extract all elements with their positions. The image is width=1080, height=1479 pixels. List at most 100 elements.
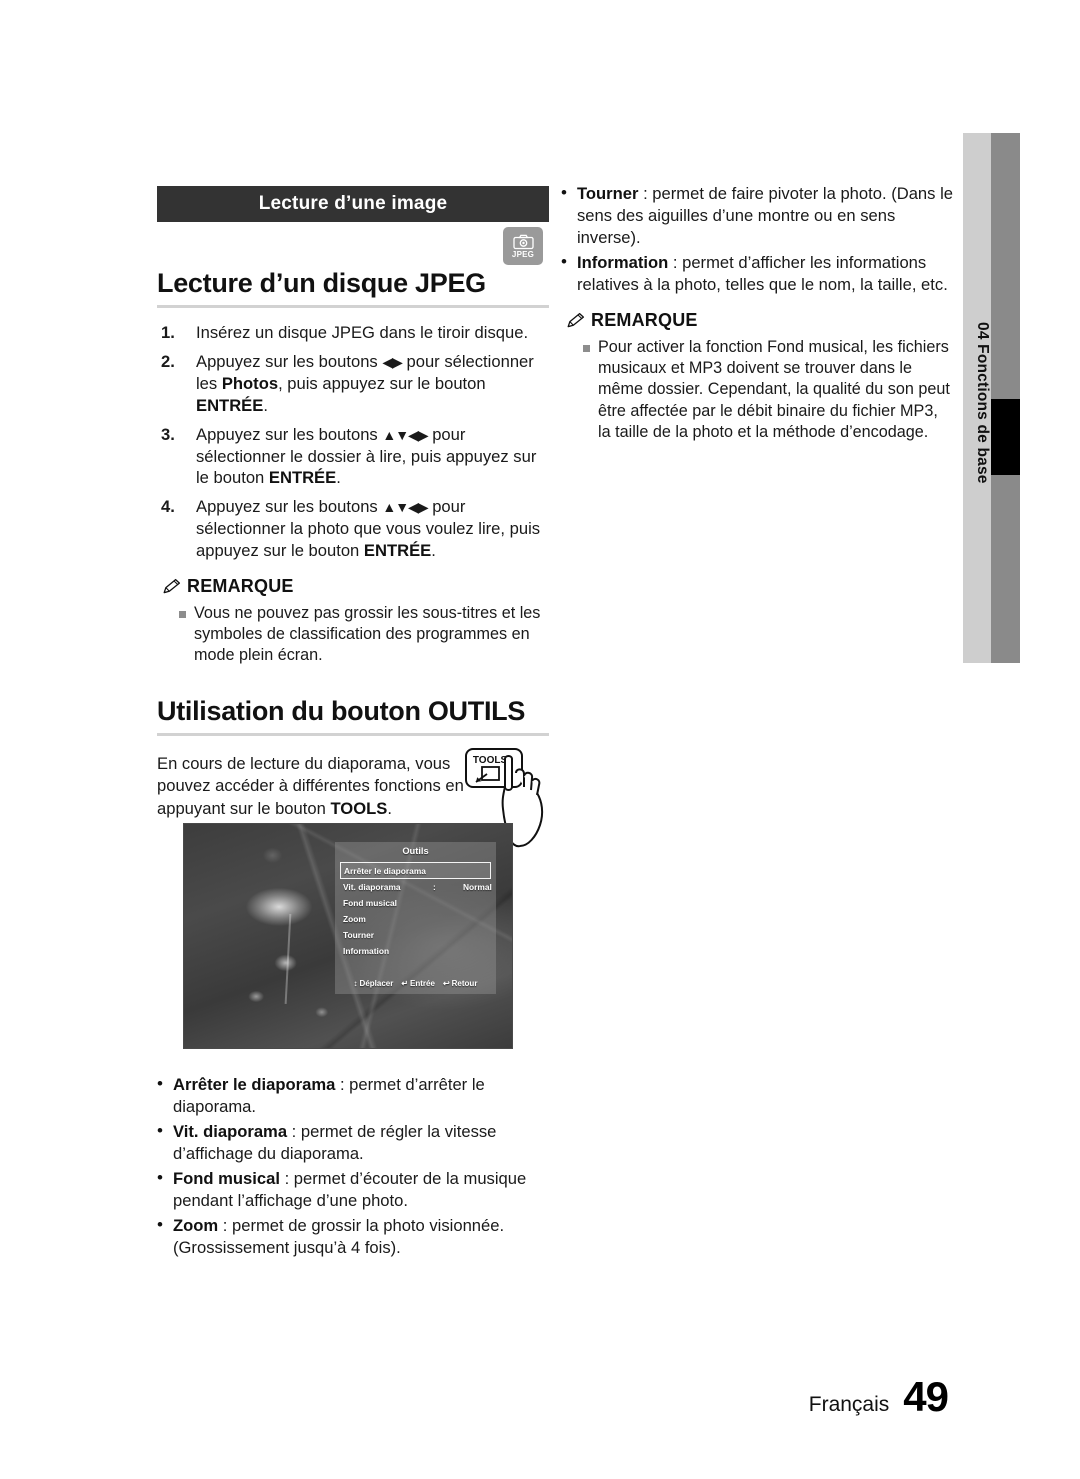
osd-menu-item-label: Arrêter le diaporama (344, 865, 426, 876)
osd-menu-item-separator: : (433, 882, 436, 893)
right-column: Tourner : permet de faire pivoter la pho… (561, 182, 953, 447)
osd-menu-item-label: Information (343, 946, 390, 957)
tools-intro-text: En cours de lecture du diaporama, vous p… (157, 753, 477, 821)
arrow-glyphs: ◀▶ (382, 353, 403, 370)
osd-menu-item-label: Tourner (343, 930, 375, 941)
emphasis-text: Photos (221, 373, 279, 393)
footer-language: Français (808, 1393, 890, 1416)
arrow-glyphs: ▲▼◀▶ (382, 499, 428, 516)
step-item: 1. Insérez un disque JPEG dans le tiroir … (157, 322, 549, 344)
body-text: . (336, 468, 341, 488)
osd-footer-hint: ↕ Déplacer (354, 980, 394, 988)
osd-menu-item[interactable]: Tourner (340, 927, 491, 943)
osd-item-list[interactable]: Arrêter le diaporama Vit. diaporama: Norma… (335, 862, 496, 959)
step-number: 2. (161, 351, 175, 371)
tools-options-list-right: Tourner : permet de faire pivoter la pho… (561, 182, 953, 296)
chapter-tab-label: 04 Fonctions de base (974, 322, 991, 484)
body-text: Appuyez sur les boutons (196, 497, 383, 517)
osd-footer-hint: ↩ Retour (443, 980, 477, 988)
body-text: . (263, 395, 268, 415)
jpeg-steps-list: 1. Insérez un disque JPEG dans le tiroir … (157, 322, 549, 562)
updown-arrow-icon: ↕ (353, 979, 358, 988)
svg-text:TOOLS: TOOLS (473, 755, 508, 766)
osd-menu-item-row: Vit. diaporama: Normal (343, 882, 492, 893)
emphasis-text: Zoom (173, 1216, 219, 1236)
osd-menu-item[interactable]: Fond musical (340, 895, 491, 911)
step-number: 4. (161, 497, 175, 517)
emphasis-text: Information (577, 253, 669, 273)
osd-menu-item-label: Zoom (343, 914, 366, 925)
tools-option-item: Arrêter le diaporama : permet d’arrêter … (157, 1073, 542, 1118)
chapter-tab-marker (991, 399, 1020, 475)
note-items-left: Vous ne pouvez pas grossir les sous-titr… (157, 603, 549, 666)
return-icon: ↩ (442, 979, 450, 988)
note-heading-right: REMARQUE (566, 310, 953, 331)
step-item: 3. Appuyez sur les boutons ▲▼◀▶ pour séle… (157, 424, 549, 490)
osd-footer-hint-label: Retour (451, 979, 478, 988)
note-heading-left: REMARQUE (162, 576, 549, 597)
body-text: Appuyez sur les boutons (196, 351, 383, 371)
step-number: 3. (161, 424, 175, 444)
osd-menu-item[interactable]: Zoom (340, 911, 491, 927)
osd-menu-item-row: Fond musical (343, 899, 491, 907)
enter-icon: ↵ (401, 979, 409, 988)
pencil-icon (162, 578, 182, 595)
osd-footer-hint: ↵ Entrée (401, 980, 435, 988)
chapter-tab-dark-band (991, 133, 1020, 663)
note-item: Pour activer la fonction Fond musical, l… (561, 337, 953, 442)
step-item: 2. Appuyez sur les boutons ◀▶ pour sélect… (157, 351, 549, 417)
badge-row: JPEG (157, 222, 549, 268)
osd-menu-item-row: Zoom (343, 915, 491, 923)
body-text: Appuyez sur les boutons (196, 424, 383, 444)
heading-rule (157, 305, 549, 309)
osd-footer-hints: ↕ Déplacer ↵ Entrée ↩ Retour (335, 980, 496, 988)
emphasis-text: ENTRÉE (363, 541, 432, 561)
page-footer: Français 49 (808, 1373, 949, 1421)
emphasis-text: Fond musical (173, 1169, 280, 1189)
pencil-icon (566, 312, 586, 329)
note-item: Vous ne pouvez pas grossir les sous-titr… (157, 603, 549, 666)
osd-menu-item-label: Vit. diaporama (343, 882, 401, 893)
arrow-glyphs: ▲▼◀▶ (382, 426, 428, 443)
body-text: En cours de lecture du diaporama, vous p… (157, 753, 464, 818)
flower-stem (284, 913, 292, 1004)
tools-option-item: Tourner : permet de faire pivoter la pho… (561, 182, 953, 249)
tools-option-item: Fond musical : permet d’écouter de la mu… (157, 1167, 542, 1212)
step-number: 1. (161, 323, 175, 343)
osd-menu-item-row: Arrêter le diaporama (344, 865, 490, 876)
heading-rule-2 (157, 733, 549, 737)
tools-option-item: Vit. diaporama : permet de régler la vit… (157, 1120, 542, 1165)
jpeg-media-badge: JPEG (503, 227, 543, 265)
osd-title: Outils (402, 846, 429, 856)
jpeg-badge-label: JPEG (511, 249, 535, 259)
osd-menu-item[interactable]: Arrêter le diaporama (340, 862, 491, 880)
tools-options-list-left: Arrêter le diaporama : permet d’arrêter … (157, 1073, 542, 1260)
body-text: Insérez un disque JPEG dans le tiroir di… (196, 323, 529, 343)
body-text: . (431, 541, 436, 561)
manual-page: 04 Fonctions de base Lecture d’une image… (0, 0, 1080, 1479)
step-item: 4. Appuyez sur les boutons ▲▼◀▶ pour séle… (157, 496, 549, 562)
osd-menu-item[interactable]: Vit. diaporama: Normal (340, 879, 492, 895)
osd-menu-item[interactable]: Information (340, 943, 491, 959)
body-text: , puis appuyez sur le bouton (278, 373, 486, 393)
note-title-right: REMARQUE (591, 310, 698, 331)
tv-screenshot: Outils Arrêter le diaporama Vit. diaporam… (183, 823, 513, 1049)
note-items-right: Pour activer la fonction Fond musical, l… (561, 337, 953, 442)
tools-options-left: Arrêter le diaporama : permet d’arrêter … (157, 1073, 542, 1263)
heading-jpeg-disc: Lecture d’un disque JPEG (157, 268, 486, 298)
emphasis-text: ENTRÉE (196, 395, 264, 415)
osd-menu-item-row: Information (343, 947, 491, 955)
heading-tools-button: Utilisation du bouton OUTILS (157, 696, 526, 727)
section-banner: Lecture d’une image (157, 186, 549, 222)
body-text: . (387, 798, 392, 818)
osd-menu-item-value: Normal (463, 882, 492, 893)
emphasis-text: Tourner (577, 184, 639, 203)
note-title-left: REMARQUE (187, 575, 294, 596)
emphasis-text: ENTRÉE (268, 468, 337, 488)
osd-tools-menu[interactable]: Outils Arrêter le diaporama Vit. diaporam… (335, 842, 496, 994)
tools-option-item: Information : permet d’afficher les info… (561, 251, 953, 296)
tools-option-item: Zoom : permet de grossir la photo vision… (157, 1214, 542, 1259)
left-column: Lecture d’une image JPEG Lecture d’un di… (157, 186, 549, 861)
osd-footer-hint-label: Déplacer (359, 979, 394, 988)
footer-page-number: 49 (903, 1373, 949, 1420)
